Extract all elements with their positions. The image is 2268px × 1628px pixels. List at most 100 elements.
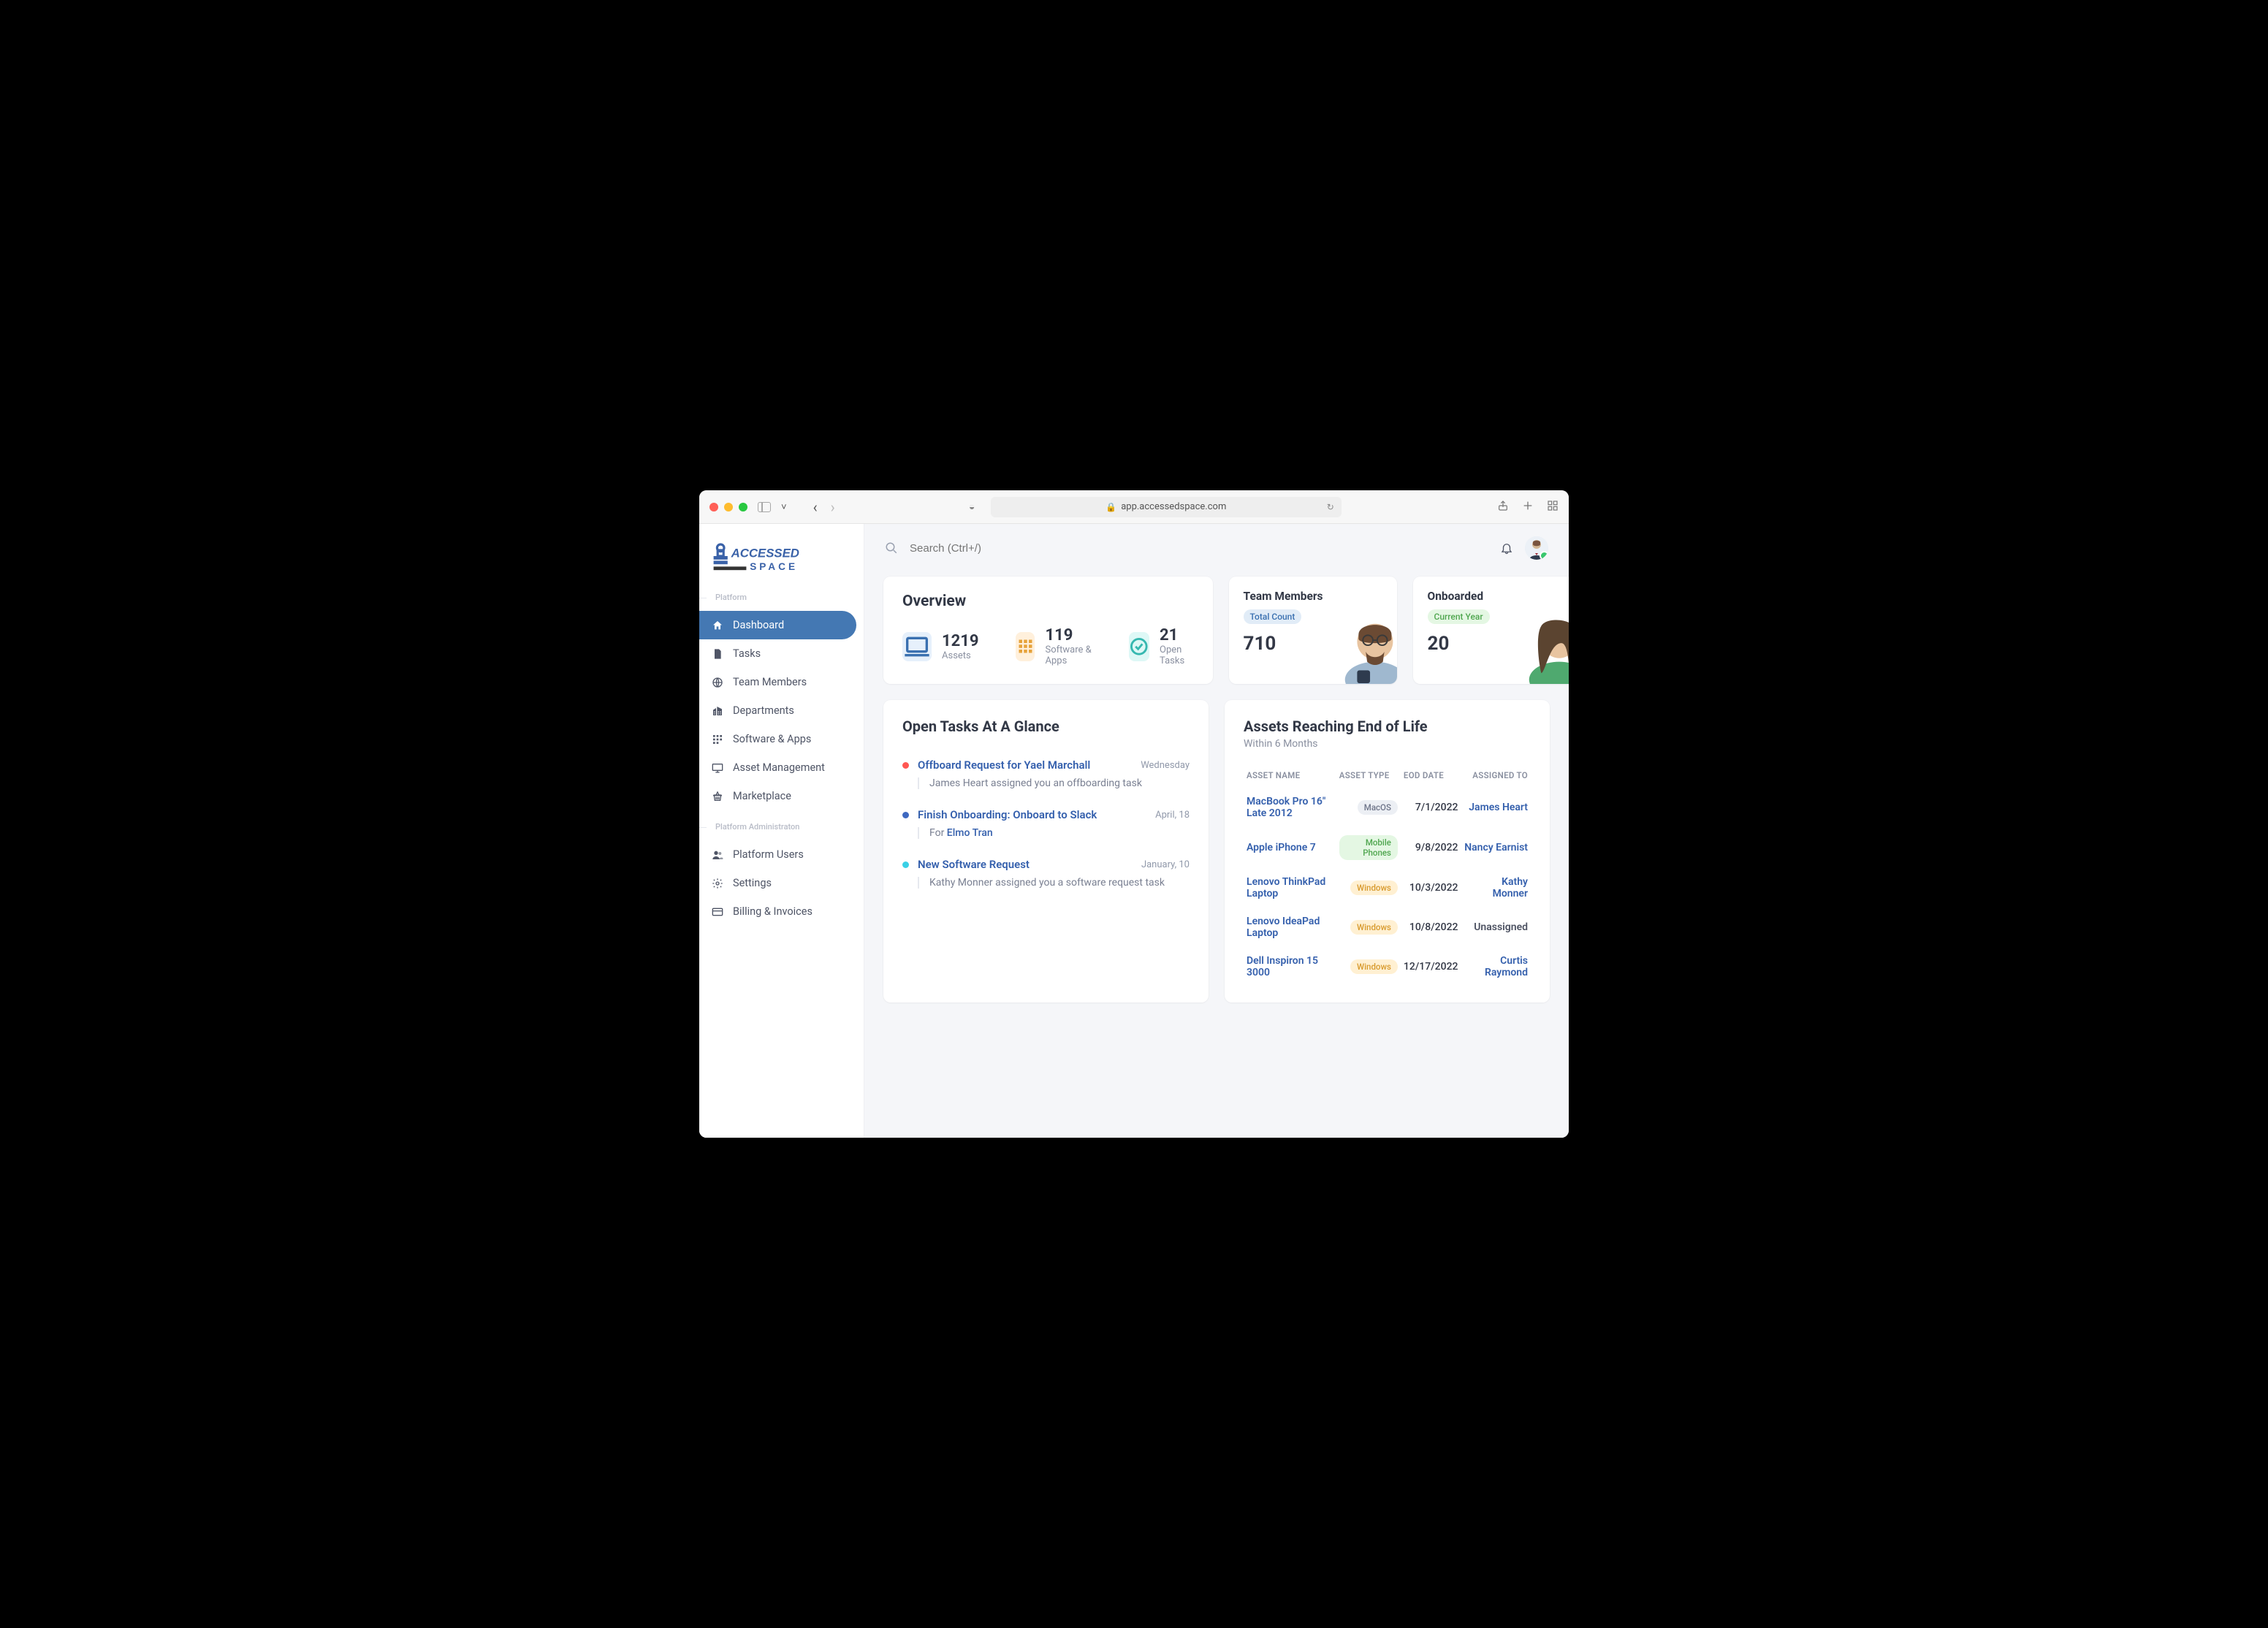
browser-window: ˅ ‹ › ◒ 🔒 app.accessedspace.com ↻ [699, 490, 1569, 1138]
task-time: Wednesday [1141, 760, 1190, 771]
eol-column-header: ASSIGNED TO [1461, 763, 1531, 788]
assigned-user-link[interactable]: Kathy Monner [1493, 876, 1528, 899]
search-input[interactable] [910, 542, 1488, 555]
onboarded-title: Onboarded [1428, 590, 1567, 603]
topbar [864, 524, 1569, 572]
new-tab-icon[interactable] [1522, 500, 1534, 514]
sidebar-item-label: Billing & Invoices [733, 905, 813, 918]
sidebar-heading: Platform [699, 587, 864, 608]
browser-sidebar-icon[interactable] [758, 502, 771, 512]
task-title-link[interactable]: Offboard Request for Yael Marchall [918, 758, 1132, 772]
asset-name-link[interactable]: Lenovo ThinkPad Laptop [1247, 876, 1325, 899]
person-illustration-2 [1520, 611, 1569, 684]
sidebar-item-software-apps[interactable]: Software & Apps [699, 725, 856, 753]
eol-row: Lenovo ThinkPad LaptopWindows10/3/2022Ka… [1244, 868, 1531, 908]
address-url: app.accessedspace.com [1121, 501, 1226, 512]
onboarded-pill: Current Year [1428, 609, 1490, 624]
sidebar-item-platform-users[interactable]: Platform Users [699, 840, 856, 869]
share-icon[interactable] [1497, 500, 1509, 514]
task-dot [902, 812, 909, 818]
task-item: Finish Onboarding: Onboard to Slack April… [902, 801, 1190, 851]
task-item: New Software Request January, 10 Kathy Mon… [902, 851, 1190, 900]
eod-date: 12/17/2022 [1401, 947, 1461, 986]
sidebar-item-label: Software & Apps [733, 733, 811, 745]
eod-date: 10/8/2022 [1401, 908, 1461, 947]
assigned-user-link[interactable]: James Heart [1469, 802, 1528, 813]
sidebar-item-settings[interactable]: Settings [699, 869, 856, 897]
sidebar-item-label: Dashboard [733, 619, 784, 631]
sidebar-item-label: Departments [733, 704, 794, 717]
close-window-button[interactable] [709, 503, 718, 511]
asset-name-link[interactable]: Apple iPhone 7 [1247, 842, 1316, 853]
overview-stat[interactable]: 119Software & Apps [1016, 626, 1093, 666]
team-members-pill: Total Count [1244, 609, 1302, 624]
eod-date: 9/8/2022 [1401, 827, 1461, 868]
card-icon [711, 906, 724, 918]
nav-forward-icon: › [831, 498, 835, 516]
sidebar-heading: Platform Administraton [699, 816, 864, 837]
bell-icon[interactable] [1500, 541, 1513, 555]
asset-type-badge: Windows [1350, 920, 1398, 935]
task-subtext: James Heart assigned you an offboarding … [918, 777, 1190, 789]
onboarded-card[interactable]: Onboarded Current Year 20 [1413, 577, 1569, 684]
stat-value: 1219 [942, 632, 979, 650]
address-bar[interactable]: ◒ 🔒 app.accessedspace.com ↻ [991, 497, 1342, 517]
tabs-grid-icon[interactable] [1547, 500, 1559, 514]
overview-stat[interactable]: 1219Assets [902, 626, 979, 666]
eol-row: Lenovo IdeaPad LaptopWindows10/8/2022Una… [1244, 908, 1531, 947]
assigned-user-link[interactable]: Curtis Raymond [1485, 955, 1528, 978]
sidebar-item-tasks[interactable]: Tasks [699, 639, 856, 668]
sidebar-item-departments[interactable]: Departments [699, 696, 856, 725]
stat-value: 119 [1045, 626, 1092, 644]
users-icon [711, 849, 724, 861]
task-time: January, 10 [1141, 859, 1190, 870]
basket-icon [711, 791, 724, 802]
eol-column-header: EOD DATE [1401, 763, 1461, 788]
task-title-link[interactable]: Finish Onboarding: Onboard to Slack [918, 808, 1146, 821]
asset-name-link[interactable]: MacBook Pro 16" Late 2012 [1247, 796, 1325, 819]
reload-icon[interactable]: ↻ [1327, 502, 1334, 512]
stat-label: Assets [942, 650, 979, 661]
sidebar-item-team-members[interactable]: Team Members [699, 668, 856, 696]
asset-type-badge: MacOS [1358, 800, 1398, 815]
sidebar-item-billing-invoices[interactable]: Billing & Invoices [699, 897, 856, 926]
shield-icon[interactable]: ◒ [969, 501, 975, 513]
maximize-window-button[interactable] [739, 503, 747, 511]
assigned-user-link[interactable]: Nancy Earnist [1464, 842, 1528, 853]
gear-icon [711, 878, 724, 889]
check-icon [1129, 632, 1149, 661]
eol-column-header: ASSET TYPE [1336, 763, 1401, 788]
task-time: April, 18 [1155, 810, 1190, 821]
sidebar-item-marketplace[interactable]: Marketplace [699, 782, 856, 810]
tasks-icon [711, 648, 724, 660]
laptop-icon [902, 632, 932, 661]
stat-label: Open Tasks [1160, 644, 1194, 666]
open-tasks-card: Open Tasks At A Glance Offboard Request … [883, 700, 1209, 1003]
overview-stat[interactable]: 21Open Tasks [1129, 626, 1193, 666]
globe-icon [711, 677, 724, 688]
building-icon [711, 705, 724, 717]
asset-type-badge: Windows [1350, 880, 1398, 895]
team-members-card[interactable]: Team Members Total Count 710 [1229, 577, 1397, 684]
task-sub-link[interactable]: Elmo Tran [947, 827, 993, 839]
task-title-link[interactable]: New Software Request [918, 858, 1133, 871]
minimize-window-button[interactable] [724, 503, 733, 511]
sidebar-item-asset-management[interactable]: Asset Management [699, 753, 856, 782]
sidebar-item-dashboard[interactable]: Dashboard [699, 611, 856, 639]
browser-chrome: ˅ ‹ › ◒ 🔒 app.accessedspace.com ↻ [699, 490, 1569, 524]
task-subtext: Kathy Monner assigned you a software req… [918, 877, 1190, 889]
nav-back-icon[interactable]: ‹ [813, 498, 818, 516]
asset-name-link[interactable]: Lenovo IdeaPad Laptop [1247, 916, 1320, 939]
sidebar-item-label: Asset Management [733, 761, 825, 774]
overview-card: Overview 1219Assets119Software & Apps21O… [883, 577, 1213, 684]
eol-row: Dell Inspiron 15 3000Windows12/17/2022Cu… [1244, 947, 1531, 986]
chevron-down-icon[interactable]: ˅ [781, 501, 787, 513]
asset-name-link[interactable]: Dell Inspiron 15 3000 [1247, 955, 1318, 978]
avatar[interactable] [1525, 536, 1548, 560]
padlock-icon: 🔒 [1106, 502, 1116, 512]
asset-type-badge: Mobile Phones [1339, 835, 1398, 860]
main-content: Overview 1219Assets119Software & Apps21O… [864, 524, 1569, 1138]
brand-logo[interactable]: ACCESSED SPACE [699, 531, 864, 587]
home-icon [711, 620, 724, 631]
sidebar-item-label: Marketplace [733, 790, 791, 802]
